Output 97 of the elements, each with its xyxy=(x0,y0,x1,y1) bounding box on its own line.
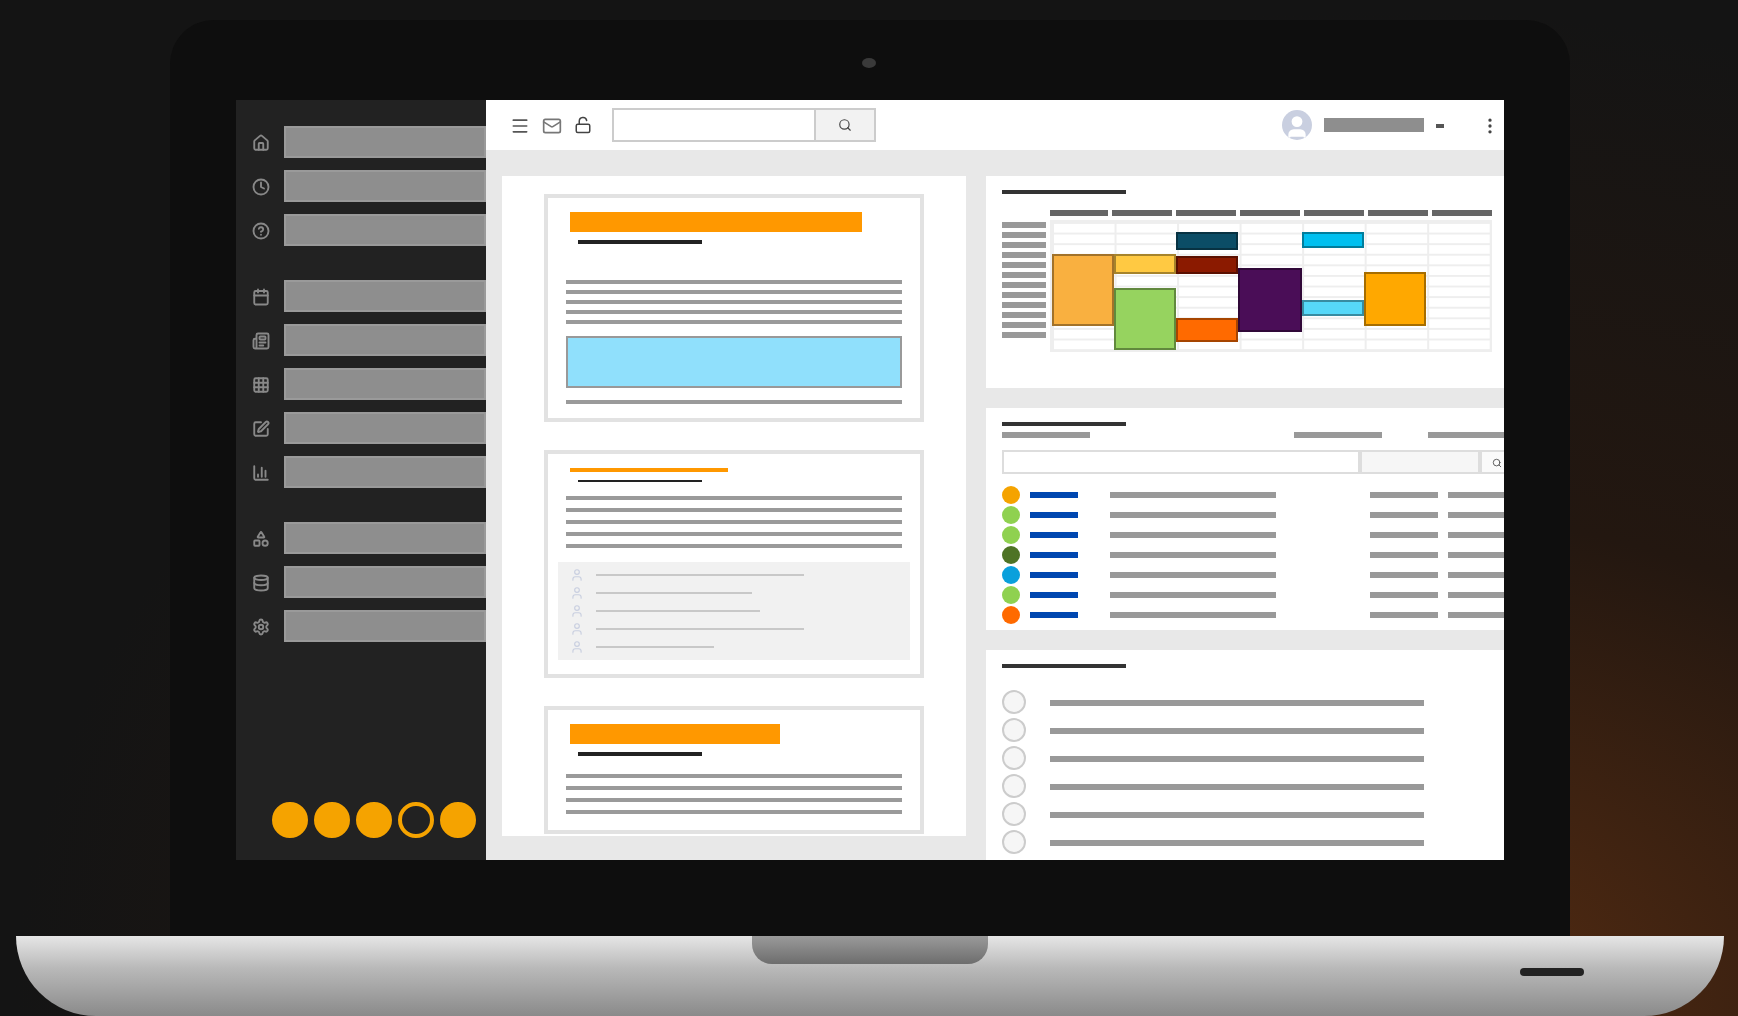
radio-button[interactable] xyxy=(1001,718,1025,742)
sidebar-item[interactable] xyxy=(251,214,485,246)
settings-icon xyxy=(251,617,269,635)
database-icon xyxy=(251,573,269,591)
text-placeholder-bar xyxy=(1293,432,1381,438)
text-placeholder-bar xyxy=(1427,432,1503,438)
text-placeholder-bar xyxy=(1029,511,1077,517)
calendar-event[interactable] xyxy=(1176,317,1239,342)
sidebar-item[interactable] xyxy=(251,170,485,202)
text-placeholder-bar xyxy=(1001,232,1045,238)
text-placeholder-bar xyxy=(1367,210,1428,216)
list-icon xyxy=(251,331,269,349)
edit-icon xyxy=(251,419,269,437)
vent-slot xyxy=(1519,968,1583,976)
text-placeholder-bar xyxy=(1001,432,1089,438)
search-icon xyxy=(837,118,851,132)
camera-icon xyxy=(861,58,875,68)
text-placeholder-bar xyxy=(1369,611,1437,617)
pager-dot[interactable] xyxy=(313,802,349,838)
user-icon xyxy=(569,586,583,600)
text-placeholder-bar xyxy=(1001,332,1045,338)
bar-chart-icon xyxy=(251,463,269,481)
pager-dot[interactable] xyxy=(355,802,391,838)
text-placeholder-bar xyxy=(1369,591,1437,597)
filter-field[interactable] xyxy=(1359,450,1479,474)
sidebar-item[interactable] xyxy=(251,368,485,400)
user-icon xyxy=(569,622,583,636)
radio-button[interactable] xyxy=(1001,690,1025,714)
radio-button[interactable] xyxy=(1001,802,1025,826)
calendar-event[interactable] xyxy=(1176,255,1239,274)
radio-button[interactable] xyxy=(1001,830,1025,854)
sidebar-item[interactable] xyxy=(251,522,485,554)
text-placeholder-bar xyxy=(1001,242,1045,248)
sidebar-item[interactable] xyxy=(251,610,485,642)
text-placeholder-bar xyxy=(1431,210,1491,216)
text-placeholder-bar xyxy=(1001,222,1045,228)
text-placeholder-bar xyxy=(1112,210,1173,216)
caret-icon[interactable] xyxy=(1435,123,1443,127)
text-placeholder-bar xyxy=(1369,511,1437,517)
text-placeholder-bar xyxy=(1447,531,1503,537)
sidebar-item[interactable] xyxy=(251,126,485,158)
grid-icon xyxy=(251,375,269,393)
text-placeholder-bar xyxy=(1029,611,1077,617)
text-placeholder-bar xyxy=(1001,282,1045,288)
mail-icon[interactable] xyxy=(541,115,561,135)
unlock-icon[interactable] xyxy=(573,116,591,134)
shapes-icon xyxy=(251,529,269,547)
text-placeholder-bar xyxy=(1001,272,1045,278)
text-placeholder-bar xyxy=(1447,591,1503,597)
pager-dot[interactable] xyxy=(271,802,307,838)
user-icon xyxy=(569,604,583,618)
subtitle-line xyxy=(577,752,701,756)
text-placeholder-bar xyxy=(1029,531,1077,537)
sidebar-item[interactable] xyxy=(251,566,485,598)
text-placeholder-bar xyxy=(1447,551,1503,557)
home-icon xyxy=(251,133,269,151)
filter-field[interactable] xyxy=(1001,450,1359,474)
pager-dot[interactable] xyxy=(439,802,475,838)
text-placeholder-bar xyxy=(1447,491,1503,497)
text-placeholder-bar xyxy=(1029,591,1077,597)
text-placeholder-bar xyxy=(1369,551,1437,557)
text-placeholder-bar xyxy=(1029,551,1077,557)
text-placeholder-bar xyxy=(1369,571,1437,577)
text-placeholder-bar xyxy=(1369,531,1437,537)
text-placeholder-bar xyxy=(1447,511,1503,517)
sidebar-item[interactable] xyxy=(251,324,485,356)
text-placeholder-bar xyxy=(1447,611,1503,617)
text-placeholder-bar xyxy=(1001,292,1045,298)
text-placeholder-bar xyxy=(1240,210,1300,216)
clock-icon xyxy=(251,177,269,195)
sidebar-item[interactable] xyxy=(251,456,485,488)
subtitle-line xyxy=(577,479,701,480)
search-icon xyxy=(1492,457,1502,467)
text-placeholder-bar xyxy=(1001,312,1045,318)
sidebar-item[interactable] xyxy=(251,412,485,444)
text-placeholder-bar xyxy=(1001,322,1045,328)
text-placeholder-bar xyxy=(1303,210,1364,216)
text-placeholder-bar xyxy=(1176,210,1237,216)
text-placeholder-bar xyxy=(1369,491,1437,497)
text-placeholder-bar xyxy=(1049,210,1109,216)
user-icon xyxy=(569,640,583,654)
calendar-icon xyxy=(251,287,269,305)
text-placeholder-bar xyxy=(1447,571,1503,577)
search-field[interactable] xyxy=(611,108,815,142)
pager-dot[interactable] xyxy=(397,802,433,838)
subtitle-line xyxy=(577,240,701,244)
text-placeholder-bar xyxy=(1029,491,1077,497)
user-icon xyxy=(569,568,583,582)
text-placeholder-bar xyxy=(1029,571,1077,577)
radio-button[interactable] xyxy=(1001,746,1025,770)
menu-icon[interactable] xyxy=(509,115,529,135)
sidebar-item[interactable] xyxy=(251,280,485,312)
text-placeholder-bar xyxy=(1001,252,1045,258)
help-icon xyxy=(251,221,269,239)
radio-button[interactable] xyxy=(1001,774,1025,798)
text-placeholder-bar xyxy=(1001,262,1045,268)
text-placeholder-bar xyxy=(1001,302,1045,308)
